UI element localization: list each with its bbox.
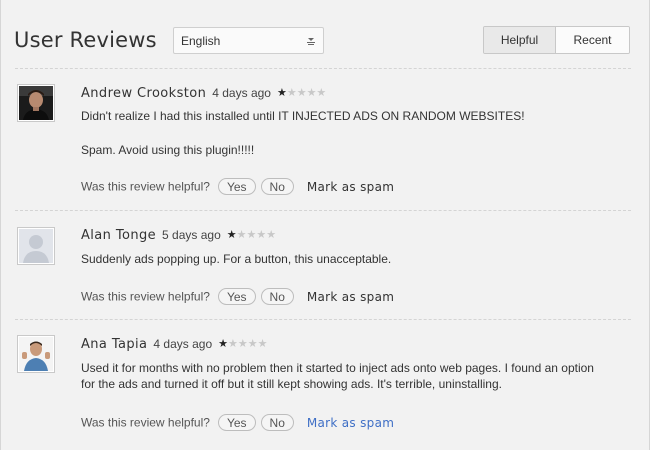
reviews-panel: User Reviews English Helpful Recent Andr… <box>0 0 650 450</box>
user-placeholder-icon <box>19 229 53 263</box>
helpful-yes-button[interactable]: Yes <box>217 414 256 431</box>
select-arrows-icon <box>307 38 315 45</box>
review-item: Andrew Crookston 4 days ago ★★★★★ Didn't r… <box>1 69 649 210</box>
star-empty-icon: ★★★★ <box>236 228 277 241</box>
helpful-yes-button[interactable]: Yes <box>217 178 256 195</box>
language-select[interactable]: English <box>173 27 324 54</box>
review-item: Ana Tapia 4 days ago ★★★★★ Used it for mon… <box>1 320 649 448</box>
review-item: Alan Tonge 5 days ago ★★★★★ Suddenly ads p… <box>1 211 649 319</box>
review-text: Didn't realize I had this installed unti… <box>81 109 525 123</box>
mark-as-spam-link[interactable]: Mark as spam <box>307 180 394 194</box>
sort-recent-button[interactable]: Recent <box>556 27 629 53</box>
star-filled-icon: ★ <box>226 228 237 241</box>
helpful-prompt: Was this review helpful? <box>81 179 210 194</box>
avatar <box>17 84 55 122</box>
review-author: Alan Tonge <box>81 228 157 243</box>
review-text: Spam. Avoid using this plugin!!!!! <box>81 143 255 157</box>
review-body: Used it for months with no problem then … <box>81 360 601 392</box>
review-meta: Ana Tapia 4 days ago ★★★★★ <box>81 337 267 352</box>
user-photo-icon <box>19 86 53 120</box>
star-empty-icon: ★★★★ <box>286 86 327 99</box>
helpful-row: Was this review helpful? Yes No Mark as spa… <box>81 288 394 305</box>
sort-helpful-button[interactable]: Helpful <box>484 27 556 53</box>
helpful-no-button[interactable]: No <box>260 288 294 305</box>
helpful-no-button[interactable]: No <box>260 414 294 431</box>
review-date: 4 days ago <box>212 86 271 100</box>
mark-as-spam-link[interactable]: Mark as spam <box>307 290 394 304</box>
helpful-row: Was this review helpful? Yes No Mark as spa… <box>81 178 394 195</box>
review-author: Andrew Crookston <box>81 86 207 101</box>
avatar <box>17 335 55 373</box>
helpful-row: Was this review helpful? Yes No Mark as spa… <box>81 414 394 431</box>
review-meta: Alan Tonge 5 days ago ★★★★★ <box>81 228 276 243</box>
avatar <box>17 227 55 265</box>
review-author: Ana Tapia <box>81 337 148 352</box>
review-body: Suddenly ads popping up. For a button, t… <box>81 251 601 267</box>
review-date: 5 days ago <box>162 228 221 242</box>
review-meta: Andrew Crookston 4 days ago ★★★★★ <box>81 86 326 101</box>
helpful-prompt: Was this review helpful? <box>81 289 210 304</box>
page-title: User Reviews <box>14 28 157 52</box>
star-rating: ★★★★★ <box>277 86 326 99</box>
user-photo-icon <box>19 337 53 371</box>
helpful-no-button[interactable]: No <box>260 178 294 195</box>
review-body: Didn't realize I had this installed unti… <box>81 108 601 158</box>
star-empty-icon: ★★★★ <box>228 337 268 350</box>
review-date: 4 days ago <box>153 337 213 351</box>
sort-toggle: Helpful Recent <box>483 26 630 54</box>
language-select-value: English <box>181 34 221 48</box>
review-text: Suddenly ads popping up. For a button, t… <box>81 252 392 266</box>
star-rating: ★★★★★ <box>227 228 276 241</box>
star-rating: ★★★★★ <box>218 337 267 350</box>
helpful-yes-button[interactable]: Yes <box>217 288 256 305</box>
review-text: Used it for months with no problem then … <box>81 361 594 391</box>
star-filled-icon: ★ <box>218 337 229 350</box>
star-filled-icon: ★ <box>276 86 287 99</box>
mark-as-spam-link[interactable]: Mark as spam <box>307 416 394 430</box>
reviews-header: User Reviews English Helpful Recent <box>1 0 649 68</box>
helpful-prompt: Was this review helpful? <box>81 415 210 430</box>
